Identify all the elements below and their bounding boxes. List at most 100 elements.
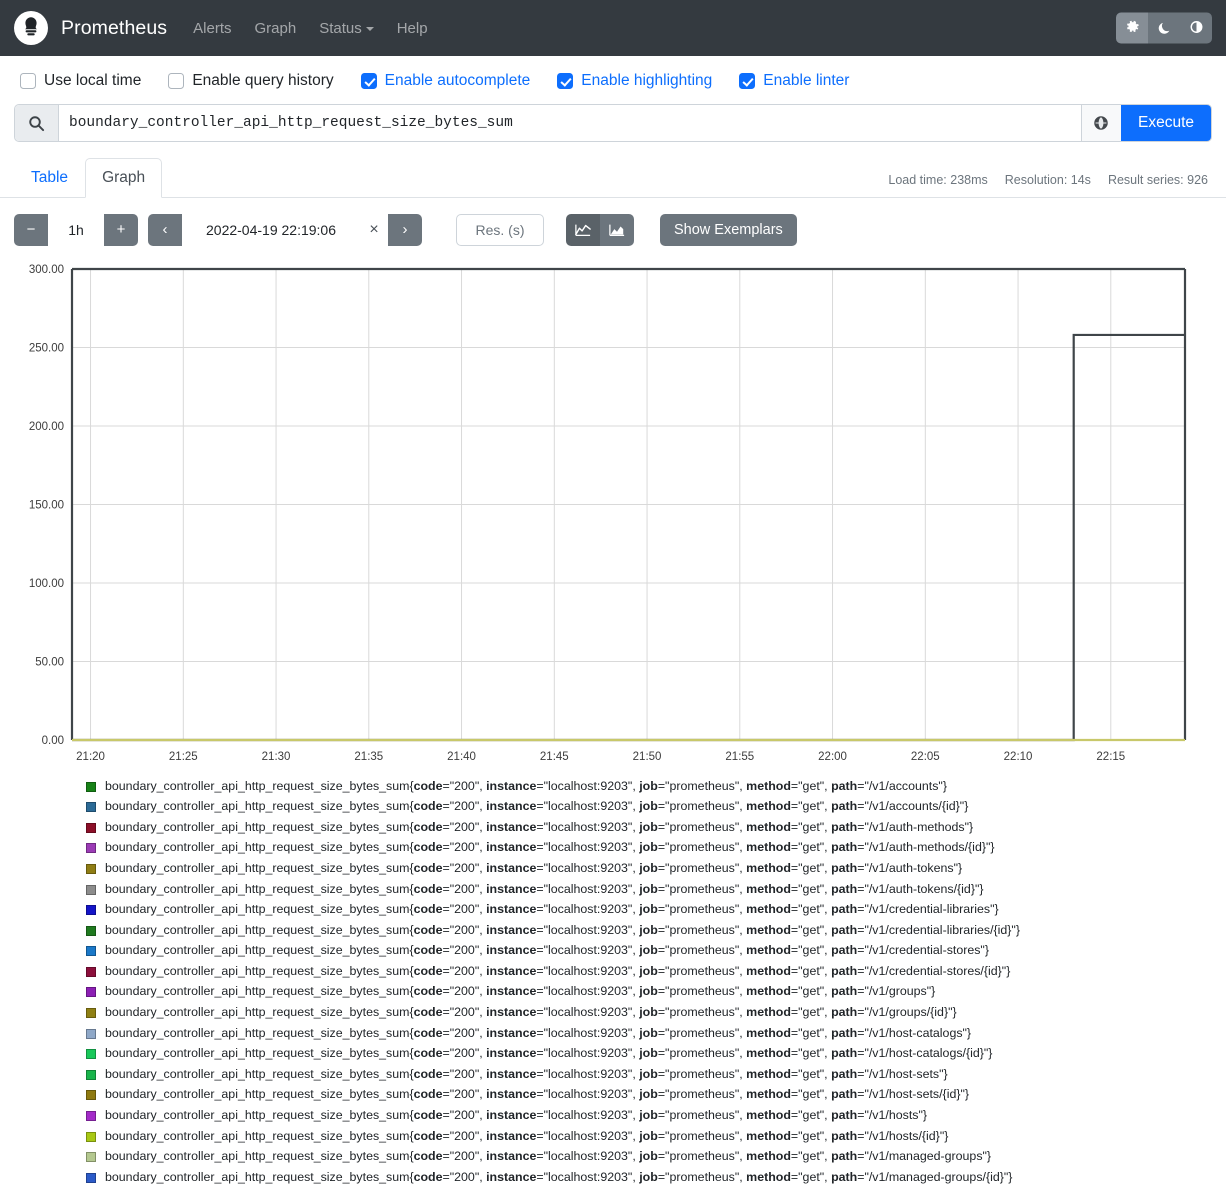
query-bar-wrapper: Execute <box>0 104 1226 142</box>
legend-color-swatch <box>86 1028 96 1039</box>
legend-item[interactable]: boundary_controller_api_http_request_siz… <box>86 1025 1226 1043</box>
execute-button[interactable]: Execute <box>1120 105 1211 141</box>
nav-status[interactable]: Status <box>319 20 374 37</box>
chevron-down-icon <box>365 26 374 31</box>
query-bar: Execute <box>14 104 1212 142</box>
theme-auto-button[interactable] <box>1116 12 1148 44</box>
clear-time-button[interactable]: × <box>360 213 388 246</box>
legend-color-swatch <box>86 802 96 813</box>
load-time: Load time: 238ms <box>888 172 988 187</box>
stacked-chart-icon[interactable] <box>600 213 634 246</box>
tab-table[interactable]: Table <box>14 158 85 198</box>
graph-chart[interactable]: 0.00 50.00 100.00 150.00 200.00 250.00 300.00 2… <box>0 260 1226 760</box>
legend-item[interactable]: boundary_controller_api_http_request_siz… <box>86 1066 1226 1084</box>
previous-time-button[interactable]: ‹ <box>148 213 182 246</box>
legend-item[interactable]: boundary_controller_api_http_request_siz… <box>86 778 1226 796</box>
legend-color-swatch <box>86 1008 96 1019</box>
legend-color-swatch <box>86 905 96 916</box>
legend-series-name: boundary_controller_api_http_request_siz… <box>105 902 999 917</box>
line-chart-icon[interactable] <box>566 213 600 246</box>
option-enable-query-history[interactable]: Enable query history <box>168 72 334 90</box>
nav-alerts[interactable]: Alerts <box>193 20 231 37</box>
globe-icon[interactable] <box>1080 105 1121 141</box>
legend-item[interactable]: boundary_controller_api_http_request_siz… <box>86 1045 1226 1063</box>
use-local-time-label: Use local time <box>44 72 142 89</box>
legend-series-name: boundary_controller_api_http_request_siz… <box>105 1149 992 1164</box>
legend-item[interactable]: boundary_controller_api_http_request_siz… <box>86 860 1226 878</box>
legend-color-swatch <box>86 1152 96 1163</box>
theme-dark-button[interactable] <box>1148 12 1180 44</box>
legend-item[interactable]: boundary_controller_api_http_request_siz… <box>86 819 1226 837</box>
legend-series-name: boundary_controller_api_http_request_siz… <box>105 1005 957 1020</box>
svg-text:21:50: 21:50 <box>633 751 662 760</box>
next-time-button[interactable]: › <box>388 213 422 246</box>
chart-svg: 0.00 50.00 100.00 150.00 200.00 250.00 300.00 2… <box>29 264 1187 760</box>
query-meta: Load time: 238ms Resolution: 14s Result … <box>888 173 1208 187</box>
legend-series-name: boundary_controller_api_http_request_siz… <box>105 963 1011 978</box>
legend-item[interactable]: boundary_controller_api_http_request_siz… <box>86 839 1226 857</box>
legend-color-swatch <box>86 843 96 854</box>
enable-linter-checkbox[interactable] <box>739 73 756 89</box>
legend-item[interactable]: boundary_controller_api_http_request_siz… <box>86 881 1226 899</box>
legend-series-name: boundary_controller_api_http_request_siz… <box>105 881 984 896</box>
increase-range-button[interactable]: + <box>104 213 138 246</box>
chart-legend: boundary_controller_api_http_request_siz… <box>0 760 1226 1203</box>
legend-item[interactable]: boundary_controller_api_http_request_siz… <box>86 942 1226 960</box>
option-enable-linter[interactable]: Enable linter <box>739 72 849 90</box>
query-input[interactable] <box>59 105 1081 141</box>
theme-light-button[interactable] <box>1180 12 1212 44</box>
range-input[interactable] <box>48 213 104 246</box>
result-tabs: Table Graph Load time: 238ms Resolution:… <box>0 142 1226 198</box>
legend-item[interactable]: boundary_controller_api_http_request_siz… <box>86 901 1226 919</box>
brand-name: Prometheus <box>61 16 168 39</box>
legend-item[interactable]: boundary_controller_api_http_request_siz… <box>86 983 1226 1001</box>
enable-query-history-checkbox[interactable] <box>168 73 185 89</box>
legend-series-name: boundary_controller_api_http_request_siz… <box>105 1046 993 1061</box>
nav-graph[interactable]: Graph <box>254 20 296 37</box>
brand[interactable]: Prometheus <box>14 11 167 45</box>
legend-series-name: boundary_controller_api_http_request_siz… <box>105 984 936 999</box>
legend-item[interactable]: boundary_controller_api_http_request_siz… <box>86 963 1226 981</box>
legend-item[interactable]: boundary_controller_api_http_request_siz… <box>86 1128 1226 1146</box>
legend-series-name: boundary_controller_api_http_request_siz… <box>105 840 995 855</box>
navbar: Prometheus Alerts Graph Status Help <box>0 0 1226 56</box>
moon-icon <box>1157 19 1172 37</box>
svg-text:21:30: 21:30 <box>262 751 291 760</box>
legend-item[interactable]: boundary_controller_api_http_request_siz… <box>86 1169 1226 1187</box>
legend-item[interactable]: boundary_controller_api_http_request_siz… <box>86 798 1226 816</box>
show-exemplars-button[interactable]: Show Exemplars <box>660 213 797 246</box>
legend-color-swatch <box>86 946 96 957</box>
legend-color-swatch <box>86 884 96 895</box>
svg-text:100.00: 100.00 <box>29 578 64 590</box>
legend-color-swatch <box>86 1049 96 1060</box>
legend-item[interactable]: boundary_controller_api_http_request_siz… <box>86 1148 1226 1166</box>
legend-item[interactable]: boundary_controller_api_http_request_siz… <box>86 922 1226 940</box>
resolution-input[interactable]: Res. (s) <box>456 213 544 246</box>
option-use-local-time[interactable]: Use local time <box>20 72 141 90</box>
legend-series-name: boundary_controller_api_http_request_siz… <box>105 943 989 958</box>
legend-color-swatch <box>86 987 96 998</box>
option-enable-autocomplete[interactable]: Enable autocomplete <box>360 72 530 90</box>
use-local-time-checkbox[interactable] <box>20 73 36 89</box>
nav-help[interactable]: Help <box>397 20 428 37</box>
enable-linter-label: Enable linter <box>763 72 850 89</box>
svg-text:21:35: 21:35 <box>354 751 383 760</box>
tab-graph[interactable]: Graph <box>85 158 163 198</box>
legend-series-name: boundary_controller_api_http_request_siz… <box>105 1107 927 1122</box>
legend-series-name: boundary_controller_api_http_request_siz… <box>105 1087 970 1102</box>
legend-item[interactable]: boundary_controller_api_http_request_siz… <box>86 1086 1226 1104</box>
chart-type-group <box>566 213 634 246</box>
end-time-input[interactable] <box>182 213 360 246</box>
enable-query-history-label: Enable query history <box>192 72 334 89</box>
svg-text:150.00: 150.00 <box>29 499 64 511</box>
option-enable-highlighting[interactable]: Enable highlighting <box>557 72 712 90</box>
enable-autocomplete-checkbox[interactable] <box>360 73 377 89</box>
decrease-range-button[interactable]: − <box>14 213 48 246</box>
legend-series-name: boundary_controller_api_http_request_siz… <box>105 861 963 875</box>
svg-text:200.00: 200.00 <box>29 421 64 433</box>
enable-highlighting-label: Enable highlighting <box>581 72 713 89</box>
legend-item[interactable]: boundary_controller_api_http_request_siz… <box>86 1107 1226 1125</box>
svg-text:21:55: 21:55 <box>725 751 754 760</box>
enable-highlighting-checkbox[interactable] <box>557 73 574 89</box>
legend-item[interactable]: boundary_controller_api_http_request_siz… <box>86 1004 1226 1022</box>
